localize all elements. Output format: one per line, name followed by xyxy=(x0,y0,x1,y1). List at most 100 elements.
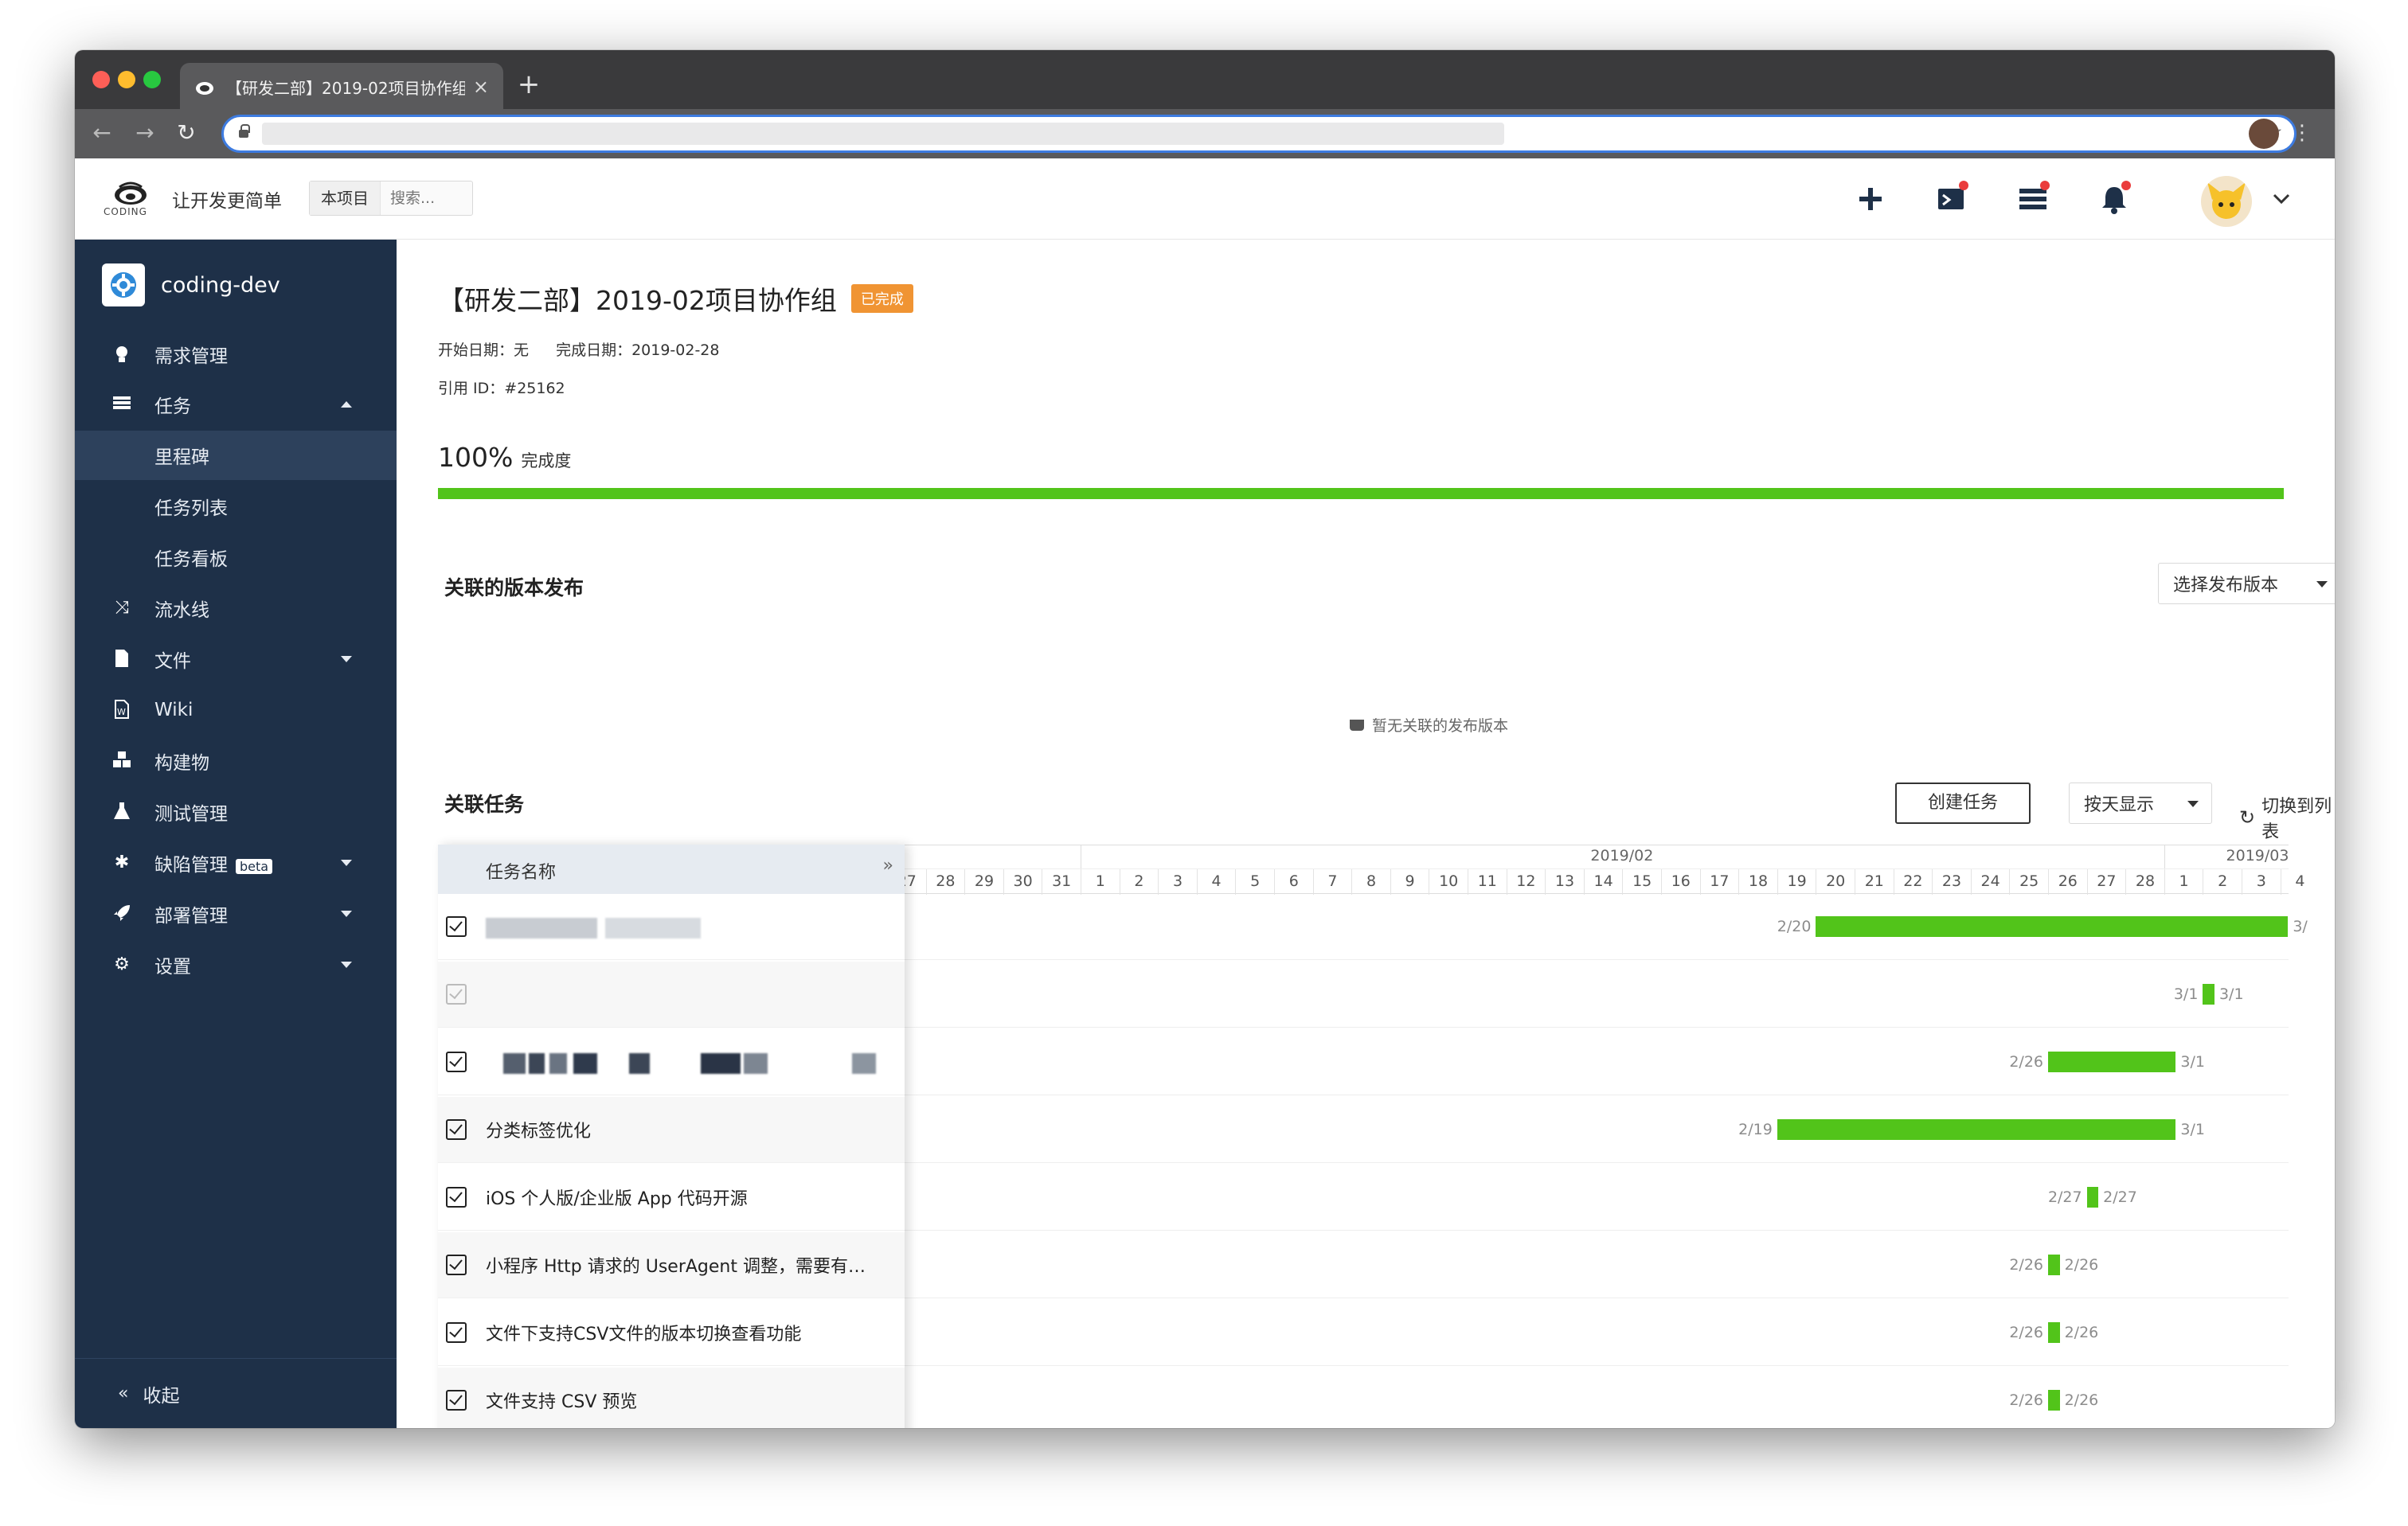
gantt-day-label: 26 xyxy=(2048,869,2087,895)
tab-close-icon[interactable]: × xyxy=(473,76,489,98)
task-name[interactable]: 文件下支持CSV文件的版本切换查看功能 xyxy=(486,1320,892,1345)
gantt-day-label: 21 xyxy=(1855,869,1894,895)
view-mode-select[interactable]: 按天显示 xyxy=(2069,783,2212,824)
task-done-checkbox[interactable] xyxy=(446,916,467,937)
gantt-day-label: 12 xyxy=(1506,869,1546,895)
url-redacted xyxy=(262,123,1504,145)
expand-icon[interactable]: » xyxy=(883,856,893,876)
switch-to-list-button[interactable]: ↻ 切换到列表 xyxy=(2239,792,2335,843)
gantt-bar[interactable] xyxy=(2048,1052,2176,1072)
task-done-checkbox[interactable] xyxy=(446,1322,467,1343)
release-select[interactable]: 选择发布版本 xyxy=(2158,563,2335,604)
gantt-start-label: 2/27 xyxy=(2047,1188,2082,1206)
redacted-text xyxy=(852,1053,876,1074)
user-avatar[interactable] xyxy=(2201,176,2252,227)
task-row[interactable]: 文件支持 CSV 预览 xyxy=(438,1368,905,1428)
task-done-checkbox[interactable] xyxy=(446,984,467,1005)
plus-icon[interactable]: + xyxy=(511,68,546,103)
gantt-bar[interactable] xyxy=(2086,1187,2099,1208)
gantt-bar[interactable] xyxy=(2048,1255,2060,1275)
sidebar-item-deploy[interactable]: 部署管理 xyxy=(75,889,397,939)
gantt-day-label: 23 xyxy=(1932,869,1971,895)
project-search[interactable]: 本项目 xyxy=(309,181,473,216)
add-icon[interactable] xyxy=(1852,181,1889,217)
gantt-bar[interactable] xyxy=(2048,1390,2060,1411)
gantt-bar[interactable] xyxy=(1816,916,2289,937)
reload-icon[interactable]: ↻ xyxy=(170,117,202,149)
sidebar-item-defects[interactable]: ✱ 缺陷管理 beta xyxy=(75,838,397,888)
sidebar-item-task-board[interactable]: 任务看板 xyxy=(75,533,397,582)
task-done-checkbox[interactable] xyxy=(446,1255,467,1275)
bell-icon[interactable] xyxy=(2096,181,2132,217)
search-input[interactable] xyxy=(390,189,470,207)
sidebar-item-files[interactable]: 文件 xyxy=(75,634,397,684)
search-scope-select[interactable]: 本项目 xyxy=(310,181,381,215)
task-row[interactable]: 分类标签优化 xyxy=(438,1097,905,1163)
browser-tab[interactable]: 【研发二部】2019-02项目协作组 × xyxy=(180,63,503,111)
tasks-title: 关联任务 xyxy=(444,793,525,816)
notification-dot xyxy=(2040,181,2050,190)
gantt-day-label: 17 xyxy=(1699,869,1739,895)
back-icon[interactable]: ← xyxy=(86,117,118,149)
maximize-window-button[interactable] xyxy=(143,71,161,88)
task-done-checkbox[interactable] xyxy=(446,1052,467,1072)
task-done-checkbox[interactable] xyxy=(446,1187,467,1208)
browser-profile-avatar[interactable] xyxy=(2249,119,2279,149)
gantt-day-label: 24 xyxy=(1970,869,2010,895)
coffee-icon xyxy=(1350,719,1364,731)
gantt-end-label: 2/26 xyxy=(2064,1256,2099,1274)
task-row[interactable] xyxy=(438,962,905,1028)
task-name[interactable]: 分类标签优化 xyxy=(486,1117,892,1142)
sidebar: coding-dev 需求管理 任务 里程碑 任务列表 任务看板 ⤨ 流水线 文… xyxy=(75,240,397,1428)
sidebar-item-tasks[interactable]: 任务 xyxy=(75,380,397,429)
more-menu-icon[interactable]: ⋮ xyxy=(2292,117,2312,149)
sidebar-item-requirements[interactable]: 需求管理 xyxy=(75,330,397,379)
project-switcher[interactable]: coding-dev xyxy=(102,263,280,306)
gantt-day-label: 19 xyxy=(1777,869,1816,895)
month-divider xyxy=(2164,845,2165,869)
task-name[interactable]: 小程序 Http 请求的 UserAgent 调整，需要有… xyxy=(486,1252,892,1278)
milestone-title: 【研发二部】2019-02项目协作组 xyxy=(438,285,837,316)
task-name[interactable]: 文件支持 CSV 预览 xyxy=(486,1387,892,1413)
task-done-checkbox[interactable] xyxy=(446,1119,467,1140)
sidebar-collapse-button[interactable]: « 收起 xyxy=(75,1358,397,1428)
gears-icon: ⚙ xyxy=(114,954,130,974)
sidebar-item-testing[interactable]: 测试管理 xyxy=(75,787,397,837)
gantt-task-names: 任务名称 » 分类标签优化 iOS 个人版/企业版 App 代码开源 小程序 Htt… xyxy=(438,845,905,1428)
coding-favicon-icon xyxy=(196,82,213,95)
sidebar-item-settings[interactable]: ⚙ 设置 xyxy=(75,940,397,989)
sidebar-item-pipeline[interactable]: ⤨ 流水线 xyxy=(75,583,397,633)
sidebar-item-task-list[interactable]: 任务列表 xyxy=(75,482,397,531)
releases-title: 关联的版本发布 xyxy=(444,576,584,599)
task-row[interactable]: iOS 个人版/企业版 App 代码开源 xyxy=(438,1165,905,1231)
gantt-bar[interactable] xyxy=(1777,1119,2176,1140)
caret-down-icon xyxy=(2316,581,2328,587)
forward-icon[interactable]: → xyxy=(129,117,161,149)
task-name[interactable]: iOS 个人版/企业版 App 代码开源 xyxy=(486,1185,892,1210)
sidebar-item-artifacts[interactable]: 构建物 xyxy=(75,736,397,786)
task-list-header-icon[interactable] xyxy=(2015,181,2051,217)
url-input[interactable]: ☆ xyxy=(221,115,2297,153)
gantt-bar[interactable] xyxy=(2203,984,2214,1005)
sidebar-item-wiki[interactable]: W Wiki xyxy=(75,685,397,735)
page-title: 【研发二部】2019-02项目协作组 已完成 xyxy=(438,279,913,318)
ref-id: 引用 ID：#25162 xyxy=(438,380,565,397)
minimize-window-button[interactable] xyxy=(118,71,135,88)
gantt-bar[interactable] xyxy=(2048,1322,2060,1343)
task-row[interactable] xyxy=(438,894,905,960)
merge-request-icon[interactable] xyxy=(1933,181,1970,217)
task-done-checkbox[interactable] xyxy=(446,1390,467,1411)
coding-logo[interactable]: CODING xyxy=(104,179,159,219)
start-date: 开始日期：无 xyxy=(438,341,530,359)
close-window-button[interactable] xyxy=(92,71,110,88)
create-task-button[interactable]: 创建任务 xyxy=(1895,783,2031,824)
gantt-day-label: 25 xyxy=(2009,869,2048,895)
task-row[interactable]: 文件下支持CSV文件的版本切换查看功能 xyxy=(438,1300,905,1366)
sidebar-item-milestone[interactable]: 里程碑 xyxy=(75,431,397,480)
caret-down-icon xyxy=(2187,801,2199,807)
completion-progress-fill xyxy=(438,488,2284,499)
gantt-day-label: 30 xyxy=(1003,869,1042,895)
chevron-down-icon[interactable] xyxy=(2269,187,2293,211)
task-row[interactable] xyxy=(438,1029,905,1095)
task-row[interactable]: 小程序 Http 请求的 UserAgent 调整，需要有… xyxy=(438,1232,905,1298)
